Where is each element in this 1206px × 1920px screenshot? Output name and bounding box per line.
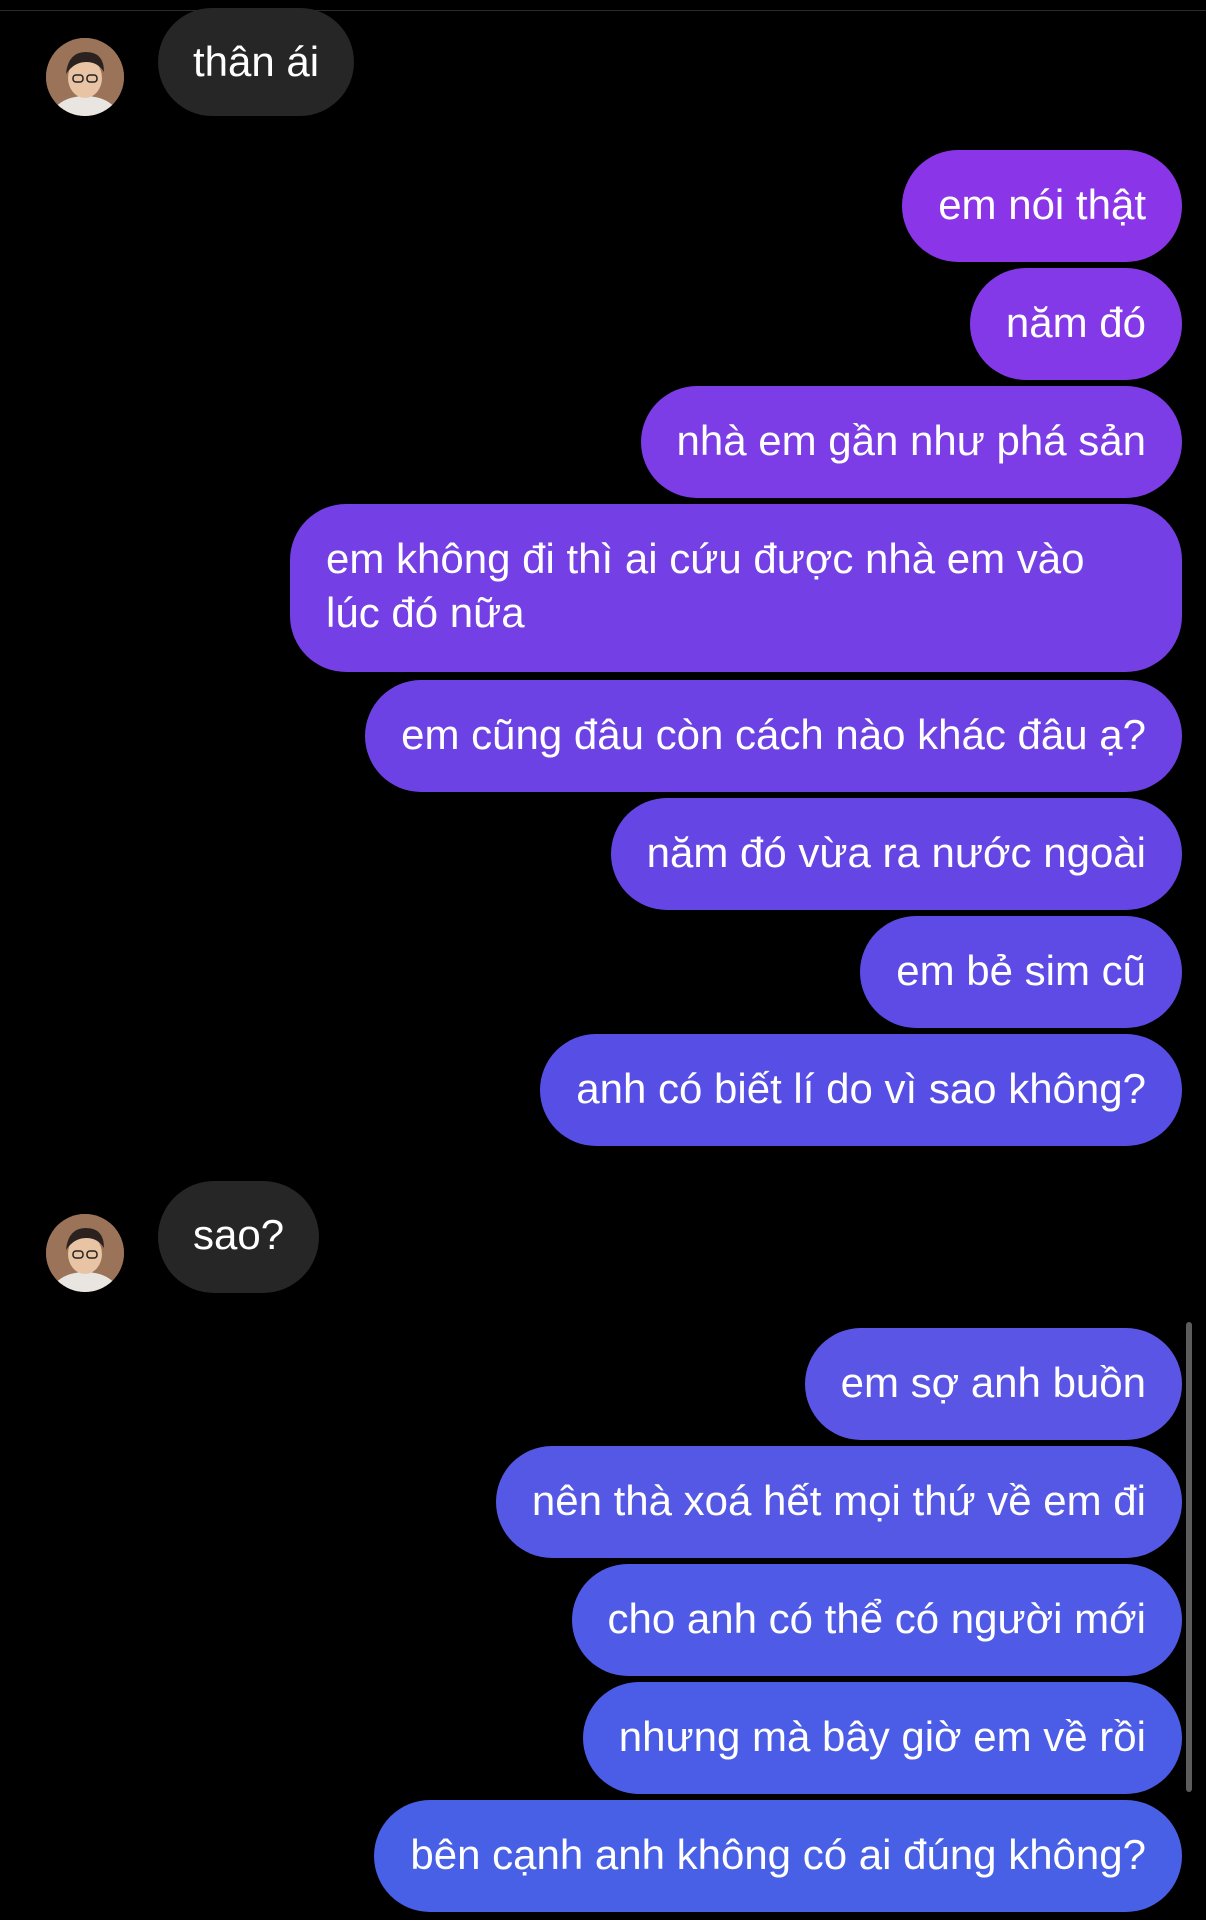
outgoing-message[interactable]: em nói thật [902, 150, 1182, 262]
incoming-message[interactable]: thân ái [158, 8, 355, 116]
outgoing-message[interactable]: nhà em gần như phá sản [640, 386, 1182, 498]
scrollbar[interactable] [1186, 1322, 1192, 1792]
outgoing-message[interactable]: cho anh có thể có người mới [571, 1564, 1182, 1676]
outgoing-message[interactable]: em không đi thì ai cứu được nhà em vào l… [290, 504, 1182, 672]
outgoing-message[interactable]: em sợ anh buồn [804, 1328, 1182, 1440]
avatar-photo-icon [46, 1214, 124, 1292]
outgoing-message[interactable]: năm đó [969, 268, 1182, 380]
outgoing-message[interactable]: bên cạnh anh không có ai đúng không? [374, 1800, 1182, 1912]
outgoing-message[interactable]: anh có biết lí do vì sao không? [540, 1034, 1182, 1146]
outgoing-message[interactable]: nhưng mà bây giờ em về rồi [582, 1682, 1182, 1794]
top-divider [0, 0, 1206, 11]
outgoing-message[interactable]: năm đó vừa ra nước ngoài [610, 798, 1182, 910]
incoming-message[interactable]: sao? [158, 1181, 320, 1293]
outgoing-message[interactable]: em cũng đâu còn cách nào khác đâu ạ? [365, 680, 1182, 792]
outgoing-message[interactable]: nên thà xoá hết mọi thứ về em đi [495, 1446, 1182, 1558]
outgoing-message[interactable]: em bẻ sim cũ [860, 916, 1182, 1028]
contact-avatar[interactable] [46, 1214, 124, 1292]
avatar-photo-icon [46, 38, 124, 116]
contact-avatar[interactable] [46, 38, 124, 116]
